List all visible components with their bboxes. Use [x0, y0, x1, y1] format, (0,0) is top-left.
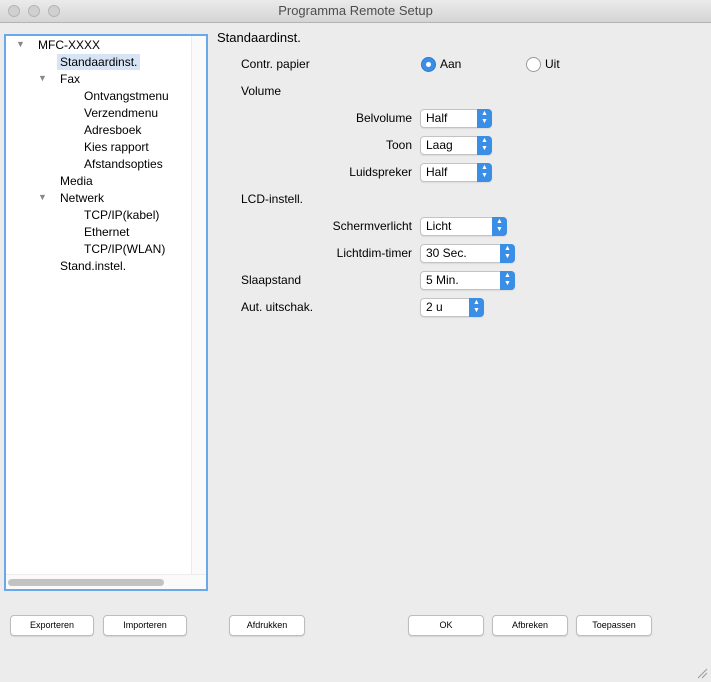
page-title: Standaardinst.: [217, 30, 301, 45]
tree-item-ethernet[interactable]: Ethernet: [84, 224, 129, 240]
apply-button[interactable]: Toepassen: [576, 615, 652, 636]
up-down-stepper-icon: ▲ ▼: [477, 109, 492, 128]
slaapstand-value: 5 Min.: [426, 273, 459, 287]
contr-papier-off-radio[interactable]: [526, 57, 541, 72]
up-down-stepper-icon: ▲ ▼: [492, 217, 507, 236]
lichtdim-timer-label: Lichtdim-timer: [336, 246, 412, 260]
lcd-heading: LCD-instell.: [241, 192, 304, 206]
up-down-stepper-icon: ▲ ▼: [477, 163, 492, 182]
up-down-stepper-icon: ▲ ▼: [477, 136, 492, 155]
slaapstand-select[interactable]: 5 Min. ▲ ▼: [420, 271, 515, 290]
window-title: Programma Remote Setup: [278, 3, 433, 18]
slaapstand-label: Slaapstand: [241, 273, 302, 287]
tree-item-tcpip-wlan[interactable]: TCP/IP(WLAN): [84, 241, 165, 257]
luidspreker-select[interactable]: Half ▲ ▼: [420, 163, 492, 182]
ok-button[interactable]: OK: [408, 615, 484, 636]
disclosure-triangle-icon[interactable]: ▼: [38, 70, 47, 86]
tree-item-media[interactable]: Media: [60, 173, 93, 189]
tree-item-netwerk[interactable]: Netwerk: [60, 190, 104, 206]
aut-uitschak-label: Aut. uitschak.: [241, 300, 314, 314]
horizontal-scrollbar[interactable]: [6, 574, 206, 589]
up-down-stepper-icon: ▲ ▼: [469, 298, 484, 317]
vertical-scrollbar[interactable]: [191, 36, 206, 575]
tree-item-fax[interactable]: Fax: [60, 71, 80, 87]
belvolume-label: Belvolume: [355, 111, 412, 125]
title-bar: Programma Remote Setup: [0, 0, 711, 23]
luidspreker-label: Luidspreker: [349, 165, 412, 179]
tree-item-root[interactable]: MFC-XXXX: [38, 37, 100, 53]
tree-item-adresboek[interactable]: Adresboek: [84, 122, 141, 138]
disclosure-triangle-icon[interactable]: ▼: [38, 189, 47, 205]
up-down-stepper-icon: ▲ ▼: [500, 271, 515, 290]
contr-papier-label: Contr. papier: [241, 57, 310, 71]
scrollbar-thumb[interactable]: [8, 579, 164, 586]
belvolume-select[interactable]: Half ▲ ▼: [420, 109, 492, 128]
disclosure-triangle-icon[interactable]: ▼: [16, 36, 25, 52]
tree-item-afstandsopties[interactable]: Afstandsopties: [84, 156, 163, 172]
toon-value: Laag: [426, 138, 453, 152]
print-button[interactable]: Afdrukken: [229, 615, 305, 636]
aut-uitschak-value: 2 u: [426, 300, 443, 314]
tree-item-standaardinst[interactable]: Standaardinst.: [57, 54, 141, 70]
tree-item-ontvangstmenu[interactable]: Ontvangstmenu: [84, 88, 169, 104]
luidspreker-value: Half: [426, 165, 448, 179]
import-button[interactable]: Importeren: [103, 615, 187, 636]
volume-heading: Volume: [241, 84, 282, 98]
lichtdim-timer-select[interactable]: 30 Sec. ▲ ▼: [420, 244, 515, 263]
tree-item-verzendmenu[interactable]: Verzendmenu: [84, 105, 158, 121]
up-down-stepper-icon: ▲ ▼: [500, 244, 515, 263]
schermverlicht-label: Schermverlicht: [332, 219, 412, 233]
tree-item-stand-instel[interactable]: Stand.instel.: [60, 258, 126, 274]
export-button[interactable]: Exporteren: [10, 615, 94, 636]
contr-papier-off-label[interactable]: Uit: [545, 56, 560, 72]
belvolume-value: Half: [426, 111, 448, 125]
contr-papier-on-label[interactable]: Aan: [440, 56, 461, 72]
toon-label: Toon: [385, 138, 412, 152]
settings-tree[interactable]: ▼ MFC-XXXX Standaardinst. ▼ Fax Ontvangs…: [4, 34, 208, 591]
lichtdim-timer-value: 30 Sec.: [426, 246, 467, 260]
schermverlicht-value: Licht: [426, 219, 452, 233]
cancel-button[interactable]: Afbreken: [492, 615, 568, 636]
aut-uitschak-select[interactable]: 2 u ▲ ▼: [420, 298, 484, 317]
schermverlicht-select[interactable]: Licht ▲ ▼: [420, 217, 507, 236]
resize-grip-icon[interactable]: [696, 667, 708, 679]
toon-select[interactable]: Laag ▲ ▼: [420, 136, 492, 155]
tree-item-tcpip-kabel[interactable]: TCP/IP(kabel): [84, 207, 159, 223]
tree-item-kies-rapport[interactable]: Kies rapport: [84, 139, 149, 155]
contr-papier-on-radio[interactable]: [421, 57, 436, 72]
